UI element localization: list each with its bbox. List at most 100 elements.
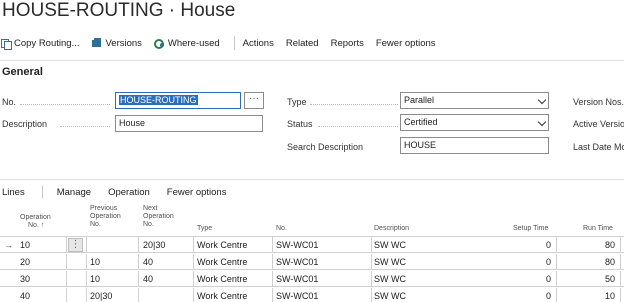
cell-next-operation[interactable] [143, 288, 191, 302]
status-select[interactable]: Certified [400, 114, 549, 131]
type-label: Type [287, 97, 307, 107]
description-field[interactable]: House [115, 115, 263, 132]
cell-description[interactable]: SW WC [374, 271, 499, 287]
chevron-down-icon [537, 117, 547, 127]
divider [0, 179, 624, 180]
header-text: Previous [90, 205, 118, 212]
header-text: Next [143, 205, 158, 212]
versions-label: Versions [105, 37, 142, 49]
col-type[interactable]: Type [197, 225, 212, 233]
dotted-leader [310, 104, 398, 105]
copy-routing-button[interactable]: Copy Routing... [0, 37, 80, 50]
cell-type[interactable]: Work Centre [197, 254, 272, 270]
cell-no[interactable]: SW-WC01 [276, 254, 371, 270]
fewer-options-button[interactable]: Fewer options [376, 38, 436, 49]
cell-next-operation[interactable]: 20|30 [143, 237, 191, 253]
cell-description[interactable]: SW WC [374, 254, 499, 270]
search-description-field[interactable]: HOUSE [400, 137, 549, 154]
cell-run-time[interactable]: 80 [560, 237, 615, 253]
header-text: No. [143, 221, 154, 228]
col-operation-no[interactable]: Operation No. ↑ [20, 214, 51, 230]
cell-type[interactable]: Work Centre [197, 237, 272, 253]
header-text: Operation [90, 213, 121, 220]
lines-grid-header: Operation No. ↑ Previous Operation No. N… [0, 201, 624, 237]
arrow-right-icon: → [4, 240, 13, 250]
cell-previous-operation[interactable] [90, 237, 138, 253]
dotted-leader [318, 126, 398, 127]
actions-menu[interactable]: Actions [243, 38, 274, 49]
cell-border [138, 237, 139, 253]
where-used-label: Where-used [167, 37, 220, 49]
cell-operation-no[interactable]: 40 [20, 288, 65, 302]
no-field[interactable]: HOUSE-ROUTING [115, 92, 241, 109]
col-run-time[interactable]: Run Time [583, 225, 613, 233]
cell-setup-time[interactable]: 0 [503, 288, 551, 302]
no-lookup-button[interactable]: ··· [244, 92, 264, 109]
cell-no[interactable]: SW-WC01 [276, 237, 371, 253]
cell-border [556, 237, 557, 253]
col-no[interactable]: No. [276, 225, 287, 233]
description-label: Description [2, 119, 48, 129]
lines-title[interactable]: Lines [2, 187, 25, 198]
copy-routing-label: Copy Routing... [14, 37, 80, 49]
lines-fewer-options-button[interactable]: Fewer options [167, 187, 227, 198]
cell-border [272, 271, 273, 287]
cell-no[interactable]: SW-WC01 [276, 288, 371, 302]
cell-previous-operation[interactable]: 10 [90, 254, 138, 270]
cell-type[interactable]: Work Centre [197, 288, 272, 302]
cell-run-time[interactable]: 50 [560, 271, 615, 287]
active-version-label: Active Version [573, 119, 624, 129]
table-row[interactable]: 40 20|30 Work Centre SW-WC01 SW WC 0 10 [0, 288, 624, 302]
cell-border [371, 237, 372, 253]
type-select[interactable]: Parallel [400, 92, 549, 109]
col-previous-operation[interactable]: Previous Operation No. [90, 205, 121, 229]
manage-menu[interactable]: Manage [57, 187, 91, 198]
header-text: No. [90, 221, 101, 228]
col-setup-time[interactable]: Setup Time [513, 225, 548, 233]
page-title: HOUSE-ROUTING · House [2, 0, 236, 21]
related-menu[interactable]: Related [286, 38, 319, 49]
cell-border [272, 237, 273, 253]
lines-separator [41, 186, 43, 198]
cell-border [620, 237, 621, 253]
cell-description[interactable]: SW WC [374, 237, 499, 253]
cell-operation-no[interactable]: 30 [20, 271, 65, 287]
general-section-title[interactable]: General [2, 66, 43, 78]
table-row[interactable]: 20 10 40 Work Centre SW-WC01 SW WC 0 80 [0, 254, 624, 270]
divider [0, 60, 624, 61]
reports-menu[interactable]: Reports [331, 38, 364, 49]
chevron-down-icon [537, 95, 547, 105]
cell-setup-time[interactable]: 0 [503, 254, 551, 270]
cell-description[interactable]: SW WC [374, 288, 499, 302]
col-next-operation[interactable]: Next Operation No. [143, 205, 174, 229]
versions-button[interactable]: Versions [91, 37, 142, 49]
table-row[interactable]: 30 10 40 Work Centre SW-WC01 SW WC 0 50 [0, 271, 624, 287]
type-value: Parallel [404, 95, 435, 105]
cell-next-operation[interactable]: 40 [143, 254, 191, 270]
vertical-ellipsis-icon[interactable]: ⋮ [68, 238, 83, 252]
action-separator [233, 36, 235, 50]
header-text: Operation [143, 213, 174, 220]
last-date-modified-label: Last Date Mod [573, 142, 624, 152]
where-used-button[interactable]: Where-used [153, 37, 220, 49]
cell-operation-no[interactable]: 20 [20, 254, 65, 270]
version-nos-label: Version Nos. [573, 97, 624, 107]
cell-run-time[interactable]: 10 [560, 288, 615, 302]
header-text: Operation [20, 214, 51, 221]
cell-border [556, 288, 557, 302]
cell-type[interactable]: Work Centre [197, 271, 272, 287]
cell-no[interactable]: SW-WC01 [276, 271, 371, 287]
cell-operation-no[interactable]: 10 [20, 237, 65, 253]
cell-run-time[interactable]: 80 [560, 254, 615, 270]
cell-previous-operation[interactable]: 20|30 [90, 288, 138, 302]
cell-setup-time[interactable]: 0 [503, 271, 551, 287]
cell-border [86, 237, 87, 253]
operation-menu[interactable]: Operation [108, 187, 150, 198]
cell-previous-operation[interactable]: 10 [90, 271, 138, 287]
table-row[interactable]: → ⋮ 10 20|30 Work Centre SW-WC01 SW WC 0 80 [0, 237, 624, 253]
dotted-leader [60, 126, 110, 127]
header-text: No. ↑ [28, 222, 45, 229]
cell-next-operation[interactable]: 40 [143, 271, 191, 287]
col-description[interactable]: Description [374, 225, 409, 233]
cell-setup-time[interactable]: 0 [503, 237, 551, 253]
